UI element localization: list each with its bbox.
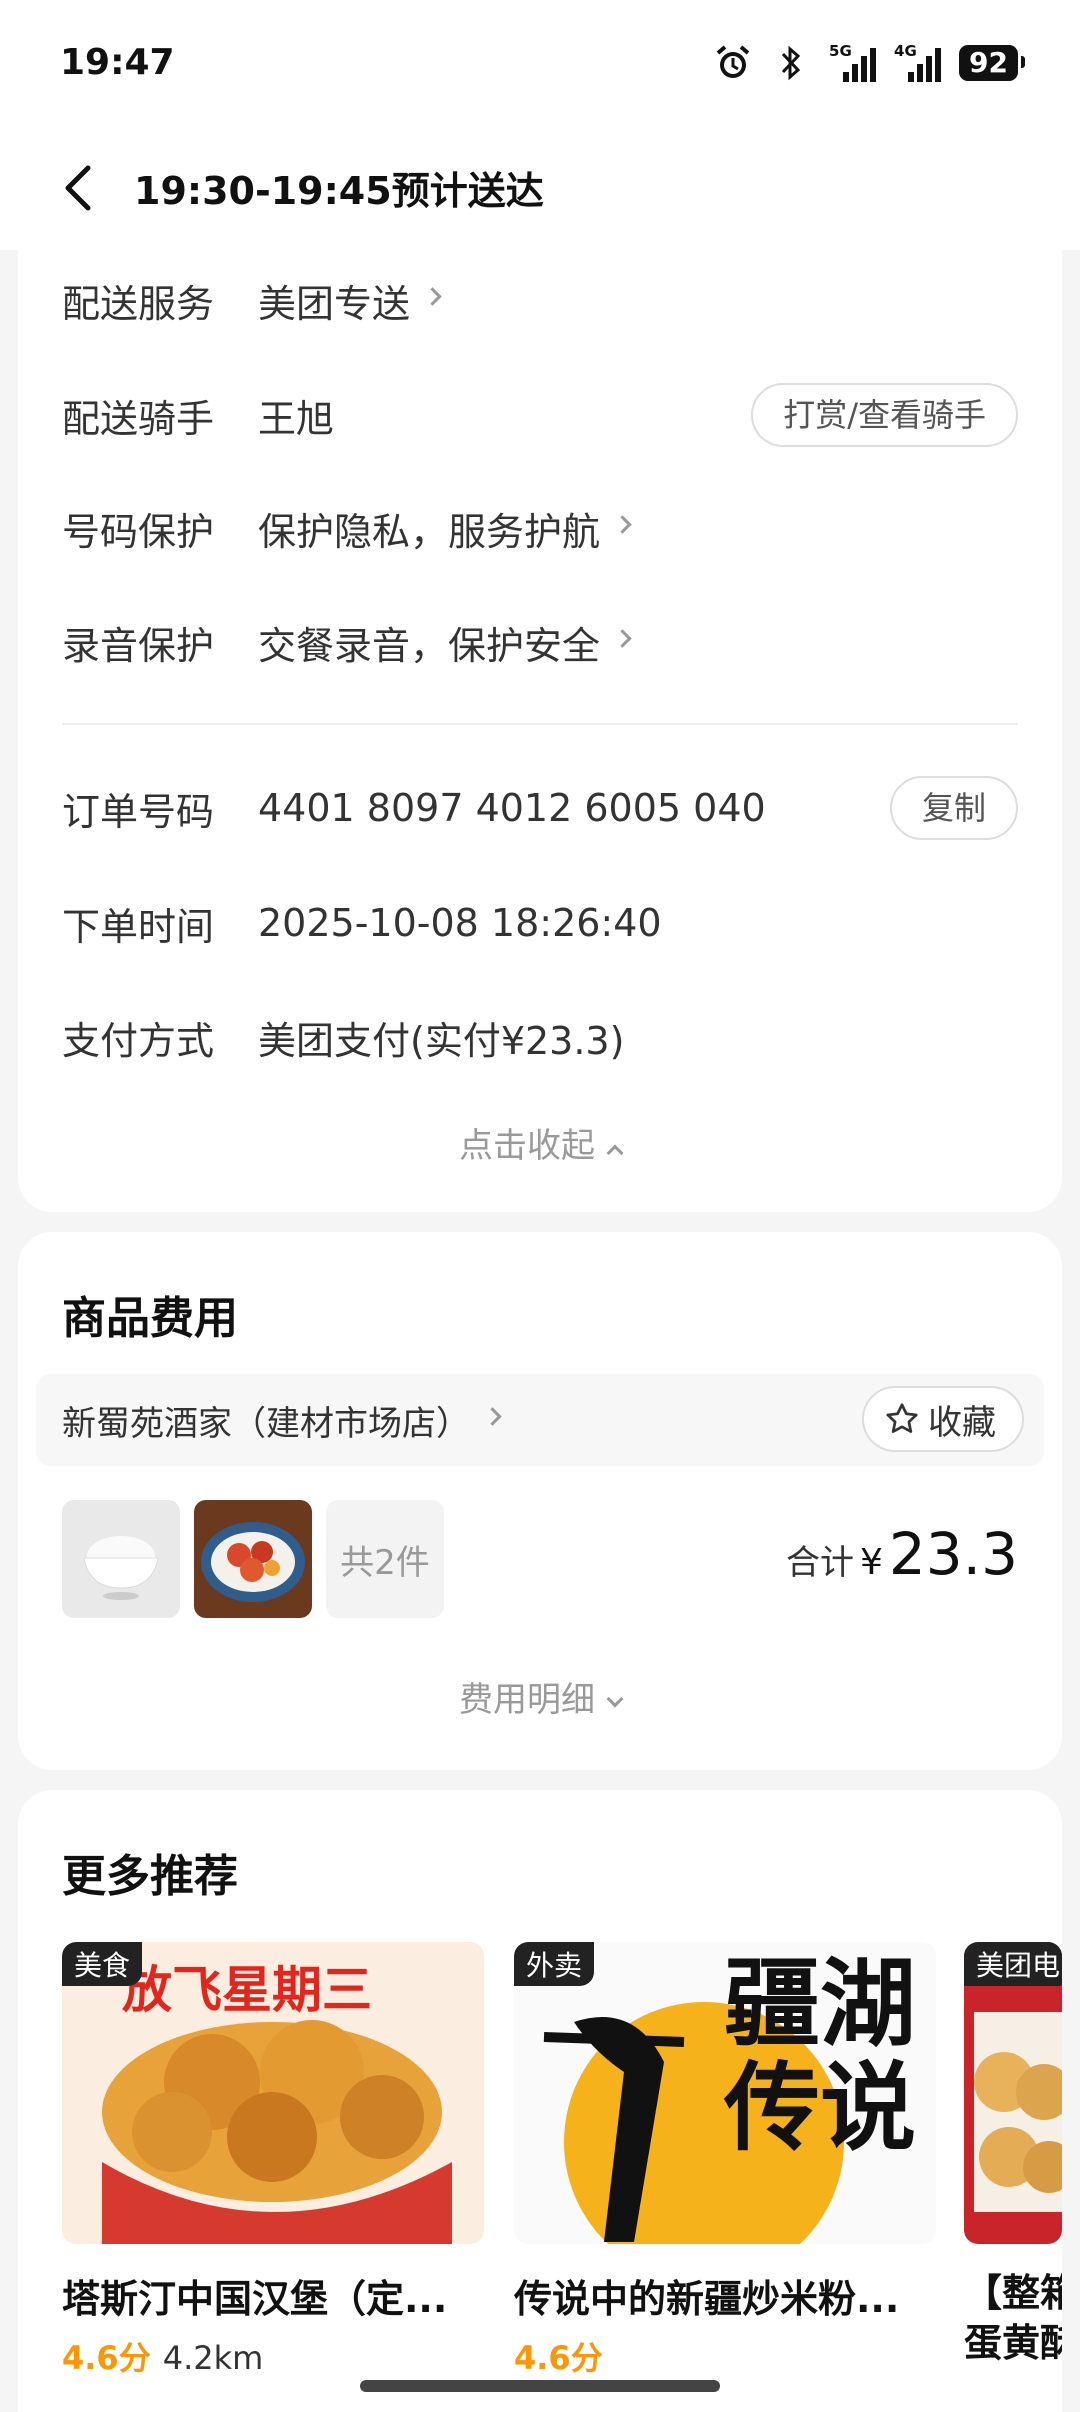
store-meta: 4.6分 xyxy=(514,2333,936,2379)
item-count: 共2件 xyxy=(326,1500,444,1618)
goods-thumbnails[interactable]: 共2件 xyxy=(62,1500,444,1618)
divider xyxy=(62,723,1018,725)
total-label: 合计 xyxy=(785,1543,854,1583)
payment-method: 美团支付(实付¥23.3) xyxy=(258,1018,625,1063)
store-name-line1: 【整箱 xyxy=(964,2271,1062,2315)
rider-name: 王旭 xyxy=(258,396,335,441)
chevron-down-icon xyxy=(606,1690,624,1708)
chevron-right-icon xyxy=(613,514,632,534)
rice-thumbnail xyxy=(62,1500,180,1618)
row-label: 号码保护 xyxy=(62,509,215,554)
page-title: 19:30-19:45预计送达 xyxy=(134,169,544,213)
recording-protection-row[interactable]: 录音保护 交餐录音，保护安全 xyxy=(62,607,1018,677)
tip-rider-button[interactable]: 打赏/查看骑手 xyxy=(751,383,1018,447)
row-label: 订单号码 xyxy=(62,789,215,834)
recommend-item[interactable]: 外卖 疆湖传说 传说中的新疆炒米粉... 4.6分 xyxy=(514,1942,936,2379)
store-name: 塔斯汀中国汉堡（定... xyxy=(62,2277,448,2321)
row-label: 下单时间 xyxy=(62,904,215,949)
store-name: 传说中的新疆炒米粉... xyxy=(514,2277,900,2321)
home-indicator[interactable] xyxy=(360,2380,720,2392)
total-price: 合计 ¥ 23.3 xyxy=(786,1520,1018,1588)
category-tag: 外卖 xyxy=(514,1942,595,1986)
favorite-label: 收藏 xyxy=(928,1402,996,1443)
back-arrow-icon[interactable] xyxy=(60,163,110,213)
rating: 4.6分 xyxy=(514,2339,603,2377)
network-4g-label: 4G xyxy=(894,41,917,60)
store-row[interactable]: 新蜀苑酒家（建材市场店） 收藏 xyxy=(36,1374,1044,1466)
store-meta: 4.6分 4.2km xyxy=(62,2333,484,2379)
order-time: 2025-10-08 18:26:40 xyxy=(258,901,662,945)
recommend-card: 更多推荐 美食 放飞星期三 塔斯汀中国汉堡（定... 4.6分 4.2km 外卖 xyxy=(18,1790,1062,2412)
total-amount: 23.3 xyxy=(888,1520,1018,1588)
recommend-title: 更多推荐 xyxy=(62,1851,238,1902)
favorite-button[interactable]: 收藏 xyxy=(862,1386,1024,1452)
order-number-row: 订单号码 4401 8097 4012 6005 040 复制 xyxy=(62,773,1018,843)
order-time-row: 下单时间 2025-10-08 18:26:40 xyxy=(62,888,1018,958)
brand-logo-text: 疆湖传说 xyxy=(724,1947,916,2164)
recommend-image: 外卖 疆湖传说 xyxy=(514,1942,936,2244)
goods-section-title: 商品费用 xyxy=(62,1293,238,1344)
store-name-line2: 蛋黄酥 xyxy=(964,2321,1062,2365)
order-number: 4401 8097 4012 6005 040 xyxy=(258,786,766,830)
recommend-image: 美团电 xyxy=(964,1942,1062,2244)
status-bar: 19:47 5G 4G 92 xyxy=(0,0,1080,125)
battery-indicator: 92 xyxy=(959,44,1025,81)
chevron-right-icon xyxy=(483,1406,502,1426)
promo-banner: 放飞星期三 xyxy=(122,1960,372,2019)
fee-detail-label: 费用明细 xyxy=(459,1680,595,1720)
row-label: 配送骑手 xyxy=(62,396,215,441)
delivery-service-row[interactable]: 配送服务 美团专送 xyxy=(62,265,1018,335)
recommend-item[interactable]: 美团电 【整箱 蛋黄酥 xyxy=(964,1942,1062,2368)
status-icons: 5G 4G 92 xyxy=(713,41,1025,83)
payment-row: 支付方式 美团支付(实付¥23.3) xyxy=(62,1002,1018,1072)
nav-bar: 19:30-19:45预计送达 xyxy=(0,125,1080,250)
bluetooth-icon xyxy=(771,43,811,83)
number-protection-row[interactable]: 号码保护 保护隐私，服务护航 xyxy=(62,493,1018,563)
currency-symbol: ¥ xyxy=(859,1542,883,1583)
row-label: 支付方式 xyxy=(62,1018,215,1063)
alarm-icon xyxy=(713,43,753,83)
chevron-up-icon xyxy=(606,1144,624,1162)
row-label: 配送服务 xyxy=(62,281,215,326)
goods-cost-card: 商品费用 新蜀苑酒家（建材市场店） 收藏 共2件 合计 ¥ 23.3 费用明细 xyxy=(18,1232,1062,1770)
row-value: 保护隐私，服务护航 xyxy=(258,509,601,554)
fee-detail-toggle[interactable]: 费用明细 xyxy=(18,1672,1062,1721)
signal-5g-icon: 5G xyxy=(829,41,877,82)
order-info-card: 配送服务 美团专送 配送骑手 王旭 打赏/查看骑手 号码保护 保护隐私，服务护航… xyxy=(18,250,1062,1212)
row-value: 美团专送 xyxy=(258,281,411,326)
collapse-label: 点击收起 xyxy=(459,1126,595,1166)
rating: 4.6分 xyxy=(62,2339,151,2377)
row-label: 录音保护 xyxy=(62,623,215,668)
signal-4g-icon: 4G xyxy=(894,41,942,82)
chevron-right-icon xyxy=(423,286,442,306)
store-name: 新蜀苑酒家（建材市场店） xyxy=(62,1403,470,1444)
status-time: 19:47 xyxy=(60,42,175,83)
copy-button[interactable]: 复制 xyxy=(889,776,1018,840)
recommend-image: 美食 放飞星期三 xyxy=(62,1942,484,2244)
dish-thumbnail xyxy=(194,1500,312,1618)
distance: 4.2km xyxy=(162,2339,264,2377)
row-value: 交餐录音，保护安全 xyxy=(258,623,601,668)
category-tag: 美食 xyxy=(62,1942,143,1986)
chevron-right-icon xyxy=(613,628,632,648)
recommend-item[interactable]: 美食 放飞星期三 塔斯汀中国汉堡（定... 4.6分 4.2km xyxy=(62,1942,484,2379)
network-5g-label: 5G xyxy=(829,41,852,60)
star-icon xyxy=(886,1403,918,1433)
collapse-toggle[interactable]: 点击收起 xyxy=(18,1118,1062,1167)
category-tag: 美团电 xyxy=(964,1942,1062,1986)
rider-row: 配送骑手 王旭 打赏/查看骑手 xyxy=(62,380,1018,450)
